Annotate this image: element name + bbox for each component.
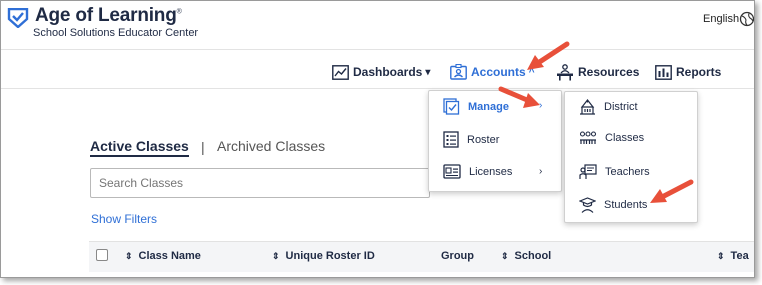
show-filters-link[interactable]: Show Filters xyxy=(91,212,157,226)
brand-subtitle: School Solutions Educator Center xyxy=(33,27,199,39)
manage-icon xyxy=(443,98,460,115)
tab-archived-classes[interactable]: Archived Classes xyxy=(217,138,325,154)
shield-check-logo-icon xyxy=(7,8,29,28)
column-header-unique-roster-id[interactable]: ⇕ Unique Roster ID xyxy=(272,250,375,262)
search-classes-input[interactable] xyxy=(90,168,430,198)
nav-dashboards-label: Dashboards xyxy=(353,65,423,79)
nav-dashboards[interactable]: Dashboards ▾ xyxy=(332,61,430,83)
menu-item-licenses-label: Licenses xyxy=(469,165,513,178)
sort-icon: ⇕ xyxy=(125,251,133,261)
chevron-down-icon: ▾ xyxy=(425,66,431,78)
tab-separator: | xyxy=(201,139,205,155)
callout-arrow-icon xyxy=(650,179,694,203)
submenu-item-classes[interactable]: Classes xyxy=(579,131,644,145)
menu-item-roster[interactable]: Roster xyxy=(443,131,499,148)
nav-reports-label: Reports xyxy=(676,65,722,79)
language-selector[interactable]: English xyxy=(703,13,739,25)
callout-arrow-icon xyxy=(498,86,540,108)
submenu-item-students-label: Students xyxy=(604,199,648,211)
submenu-item-district-label: District xyxy=(604,101,638,113)
app-window: Age of Learning® School Solutions Educat… xyxy=(0,0,755,278)
bar-chart-icon xyxy=(655,64,672,80)
nav-reports[interactable]: Reports xyxy=(655,61,721,83)
nav-accounts-label: Accounts xyxy=(471,65,526,79)
brand-title: Age of Learning® xyxy=(35,5,182,26)
chart-icon xyxy=(332,64,349,80)
column-header-class-name[interactable]: ⇕ Class Name xyxy=(125,250,201,262)
nav-divider xyxy=(1,88,754,89)
menu-item-roster-label: Roster xyxy=(467,133,500,146)
licenses-icon xyxy=(443,164,461,179)
roster-icon xyxy=(443,131,459,148)
sort-icon: ⇕ xyxy=(272,251,280,261)
registered-mark: ® xyxy=(176,8,182,16)
header-divider xyxy=(1,49,754,50)
submenu-item-classes-label: Classes xyxy=(605,132,645,144)
nav-resources-label: Resources xyxy=(578,65,640,79)
tab-active-classes[interactable]: Active Classes xyxy=(90,138,189,157)
globe-icon[interactable] xyxy=(739,11,755,27)
column-header-teacher[interactable]: ⇕ Tea xyxy=(717,250,749,262)
submenu-item-students[interactable]: Students xyxy=(579,197,647,213)
sort-icon: ⇕ xyxy=(501,251,509,261)
select-all-checkbox[interactable] xyxy=(96,249,108,261)
column-header-group[interactable]: Group xyxy=(441,250,474,262)
classes-icon xyxy=(579,131,597,144)
sort-icon: ⇕ xyxy=(717,251,725,261)
callout-arrow-icon xyxy=(527,41,570,70)
submenu-item-teachers[interactable]: Teachers xyxy=(579,164,650,180)
chevron-right-icon: › xyxy=(539,166,543,177)
menu-item-licenses[interactable]: Licenses xyxy=(443,164,512,179)
district-icon xyxy=(580,99,595,115)
teachers-icon xyxy=(579,164,597,179)
submenu-item-district[interactable]: District xyxy=(579,99,638,115)
submenu-item-teachers-label: Teachers xyxy=(605,166,650,178)
column-header-school[interactable]: ⇕ School xyxy=(501,250,551,262)
students-icon xyxy=(579,197,596,213)
id-card-icon xyxy=(450,64,467,80)
table-header: ⇕ Class Name ⇕ Unique Roster ID Group ⇕ Sch… xyxy=(89,241,754,272)
